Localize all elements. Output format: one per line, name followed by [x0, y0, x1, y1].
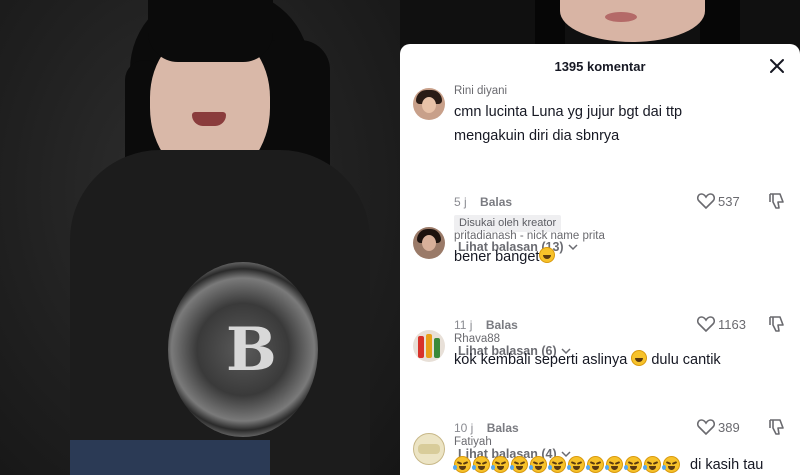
reply-button[interactable]: Balas — [487, 421, 519, 435]
avatar[interactable] — [413, 433, 445, 465]
comment-meta: 5 j Balas — [454, 195, 512, 209]
laughing-tears-emoji — [529, 456, 547, 473]
comment-meta: 11 j Balas — [454, 318, 518, 332]
emoji-mouth — [554, 466, 561, 470]
mouth-shape — [192, 112, 226, 126]
emoji-mouth — [497, 466, 504, 470]
emoji-mouth — [668, 466, 675, 470]
reply-button[interactable]: Balas — [486, 318, 518, 332]
emoji-tear — [643, 465, 647, 470]
emoji-tear — [567, 465, 571, 470]
laughing-tears-emoji — [624, 456, 642, 473]
comments-sheet: 1395 komentar Rini diyani cmn lucinta Lu… — [400, 44, 800, 475]
emoji-tear — [491, 465, 495, 470]
lips-shape — [605, 12, 637, 22]
dislike-icon — [769, 316, 784, 332]
dislike-button[interactable] — [767, 314, 787, 334]
emoji-mouth — [459, 466, 466, 470]
comment-text: cmn lucinta Luna yg jujur bgt dai ttp me… — [454, 104, 683, 144]
dislike-button[interactable] — [767, 417, 787, 437]
laughing-tears-emoji — [491, 456, 509, 473]
avatar-inner — [418, 444, 440, 454]
comment-text-content: bener banget — [454, 249, 540, 265]
chin-shape — [560, 0, 705, 42]
laughing-tears-emoji — [662, 456, 680, 473]
dislike-icon — [769, 419, 784, 435]
laughing-tears-emoji — [643, 456, 661, 473]
comment-username[interactable]: Rhava88 — [454, 333, 500, 345]
emoji-tear — [529, 465, 533, 470]
comment-username[interactable]: Fatiyah — [454, 436, 492, 448]
comment-time: 11 j — [454, 318, 473, 332]
like-button[interactable]: 389 — [696, 416, 756, 438]
comment-time: 10 j — [454, 421, 474, 435]
emoji-mouth — [535, 466, 542, 470]
avatar[interactable] — [413, 330, 445, 362]
avatar-face — [422, 97, 436, 113]
laughing-emoji — [539, 247, 556, 263]
emoji-mouth — [611, 466, 618, 470]
emoji-tear — [662, 465, 666, 470]
comment-text: di kasih tau — [690, 456, 764, 473]
comment-username[interactable]: pritadianash - nick name prita — [454, 230, 605, 242]
avatar-bottle — [418, 336, 424, 358]
avatar-face — [422, 235, 436, 251]
bangs-shape — [148, 0, 273, 62]
emoji-mouth — [573, 466, 580, 470]
heart-icon — [696, 419, 716, 436]
emoji-tear — [510, 465, 514, 470]
emoji-mouth — [592, 466, 599, 470]
emoji-mouth — [630, 466, 637, 470]
heart-icon — [696, 193, 716, 210]
avatar-bottle — [426, 334, 432, 358]
video-frame-left: B — [0, 0, 400, 475]
laughing-tears-emoji — [472, 456, 490, 473]
emoji-tear — [624, 465, 628, 470]
laughing-tears-emoji — [567, 456, 585, 473]
laughing-tears-emoji — [453, 456, 471, 473]
emoji-tear — [586, 465, 590, 470]
comment-meta: 10 j Balas — [454, 421, 519, 435]
emoji-row: di kasih tau — [453, 456, 764, 473]
comment-time: 5 j — [454, 195, 467, 209]
emoji-mouth — [649, 466, 656, 470]
avatar[interactable] — [413, 227, 445, 259]
emblem-letter: B — [226, 315, 277, 385]
dislike-icon — [769, 193, 784, 209]
jeans-shape — [70, 440, 270, 475]
laughing-emoji — [631, 350, 648, 366]
avatar-bottle — [434, 338, 440, 358]
comment-text-before: kok kembali seperti aslinya — [454, 352, 632, 368]
laughing-tears-emoji — [548, 456, 566, 473]
emoji-tear — [453, 465, 457, 470]
like-count: 1163 — [718, 316, 746, 332]
like-count: 389 — [718, 419, 740, 435]
reply-button[interactable]: Balas — [480, 195, 512, 209]
avatar[interactable] — [413, 88, 445, 120]
comment-text: kok kembali seperti aslinya dulu cantik — [454, 348, 754, 372]
laughing-tears-emoji — [586, 456, 604, 473]
close-button[interactable] — [766, 55, 788, 77]
heart-icon — [696, 316, 716, 333]
emoji-mouth — [478, 466, 485, 470]
comment-text: bener banget — [454, 245, 754, 269]
close-icon — [770, 59, 784, 73]
sheet-header: 1395 komentar — [400, 44, 800, 88]
like-button[interactable]: 1163 — [696, 313, 756, 335]
laughing-tears-emoji — [510, 456, 528, 473]
like-button[interactable]: 537 — [696, 190, 756, 212]
emoji-tear — [472, 465, 476, 470]
hair-shape — [700, 0, 740, 44]
like-count: 537 — [718, 193, 740, 209]
emoji-tear — [548, 465, 552, 470]
comment-username[interactable]: Rini diyani — [454, 85, 507, 97]
dislike-button[interactable] — [767, 191, 787, 211]
comment-text-after: dulu cantik — [647, 352, 721, 368]
emoji-tear — [605, 465, 609, 470]
emoji-mouth — [516, 466, 523, 470]
comment-count-title: 1395 komentar — [554, 59, 646, 74]
laughing-tears-emoji — [605, 456, 623, 473]
